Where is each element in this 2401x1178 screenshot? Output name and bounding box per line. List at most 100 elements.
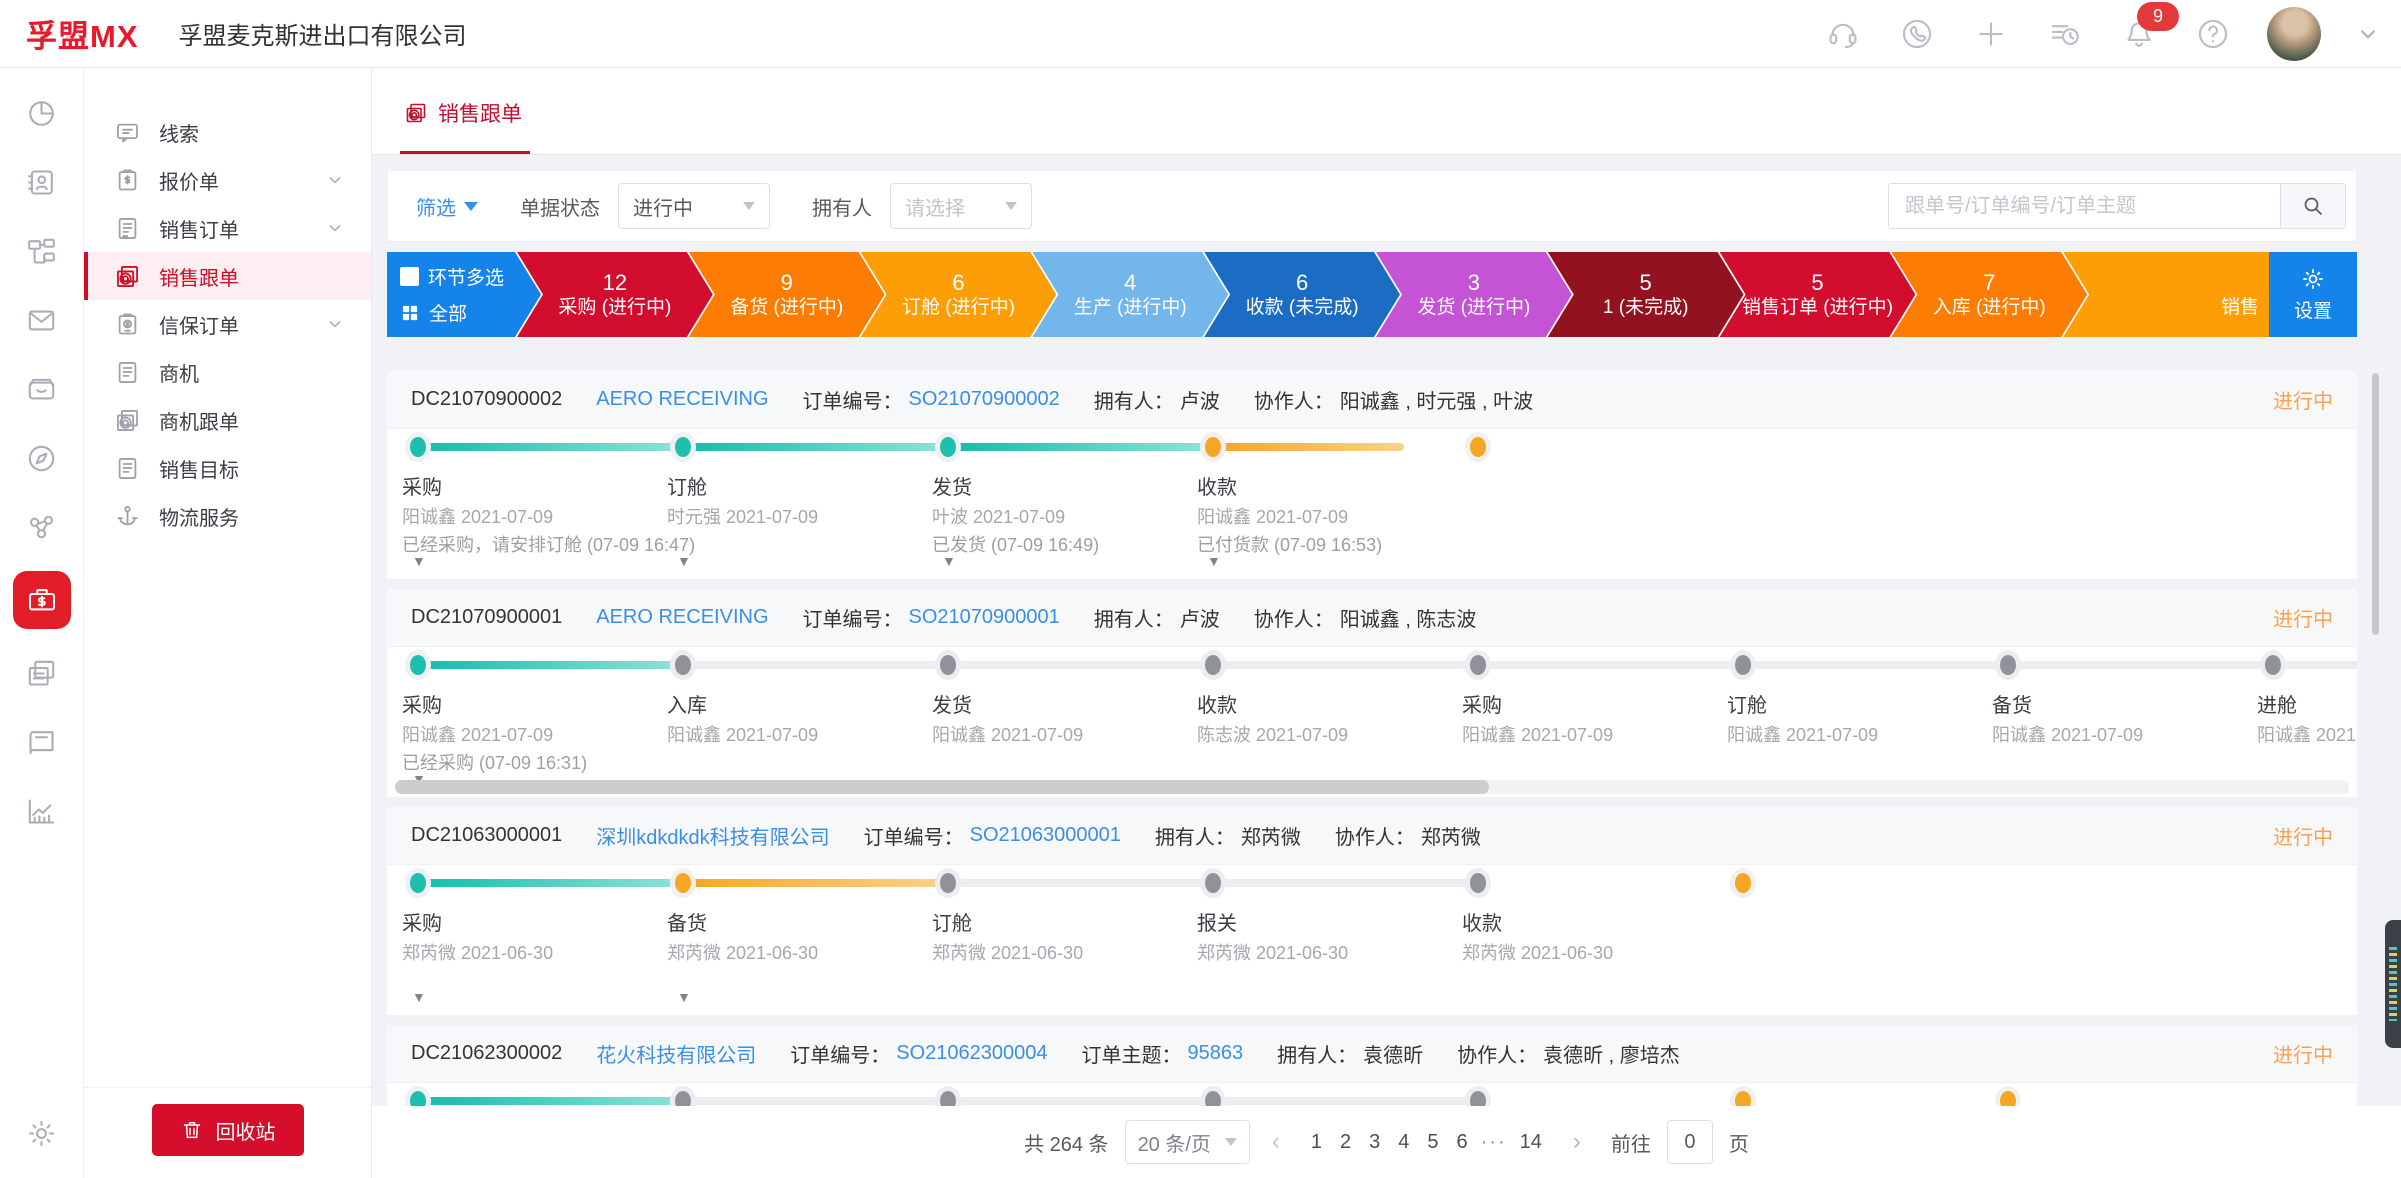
bell-icon[interactable]: 9 (2119, 14, 2159, 54)
stage-chevron-7[interactable]: 51 (未完成) (1548, 252, 1744, 337)
timeline-node[interactable] (410, 655, 426, 675)
horizontal-scrollbar-thumb[interactable] (395, 780, 1489, 794)
stage-settings-button[interactable]: 设置 (2269, 252, 2357, 337)
sidebar-item-7[interactable]: 商机跟单 (84, 396, 371, 444)
timeline-node[interactable] (1470, 1091, 1486, 1106)
rail-settings-gear-icon[interactable] (23, 1114, 61, 1152)
order-no-link[interactable]: SO21063000001 (970, 824, 1121, 847)
stage-chevron-1[interactable]: 12采购 (进行中) (517, 252, 713, 337)
stage-chevron-2[interactable]: 9备货 (进行中) (689, 252, 885, 337)
rail-compass-icon[interactable] (23, 439, 61, 477)
page-number-3[interactable]: 3 (1360, 1131, 1389, 1153)
search-button[interactable] (2280, 183, 2346, 229)
rail-knowledge-book-icon[interactable] (23, 723, 61, 761)
timeline-node[interactable] (2000, 655, 2016, 675)
expand-node-button[interactable]: ▼ (412, 553, 426, 569)
timeline-node[interactable] (1735, 873, 1751, 893)
timeline-node[interactable] (1470, 873, 1486, 893)
sidebar-item-4[interactable]: 销售跟单 (84, 252, 371, 300)
rail-inbox-bag-icon[interactable] (23, 370, 61, 408)
stage-chevron-3[interactable]: 6订舱 (进行中) (861, 252, 1057, 337)
history-icon[interactable] (2045, 14, 2085, 54)
expand-node-button[interactable]: ▼ (677, 989, 691, 1005)
order-no-link[interactable]: SO21062300004 (896, 1042, 1047, 1065)
goto-page-input[interactable] (1667, 1120, 1713, 1164)
rail-dashboard-pie-icon[interactable] (23, 94, 61, 132)
timeline-node[interactable] (2000, 1091, 2016, 1106)
rail-collaboration-icon[interactable] (23, 508, 61, 546)
sidebar-item-1[interactable]: 线索 (84, 108, 371, 156)
page-size-select[interactable]: 20 条/页 (1125, 1120, 1250, 1164)
page-number-14[interactable]: 14 (1511, 1131, 1551, 1153)
rail-org-structure-icon[interactable] (23, 232, 61, 270)
timeline-node[interactable] (675, 437, 691, 457)
rail-mail-icon[interactable] (23, 301, 61, 339)
timeline-node[interactable] (940, 437, 956, 457)
stage-chevron-4[interactable]: 4生产 (进行中) (1032, 252, 1228, 337)
status-select[interactable]: 进行中 (618, 183, 770, 229)
timeline-node[interactable] (675, 873, 691, 893)
vertical-scrollbar[interactable] (2372, 373, 2379, 635)
page-number-1[interactable]: 1 (1302, 1131, 1331, 1153)
timeline-node[interactable] (940, 873, 956, 893)
prev-page-button[interactable]: ‹ (1266, 1128, 1286, 1156)
sidebar-item-6[interactable]: 商机 (84, 348, 371, 396)
rail-contacts-icon[interactable] (23, 163, 61, 201)
timeline-node[interactable] (410, 1091, 426, 1106)
expand-node-button[interactable]: ▼ (1207, 553, 1221, 569)
rail-report-chart-icon[interactable] (23, 792, 61, 830)
sidebar-item-3[interactable]: 销售订单 (84, 204, 371, 252)
tab-sales-followup[interactable]: 销售跟单 (402, 98, 528, 154)
expand-node-button[interactable]: ▼ (942, 553, 956, 569)
page-number-5[interactable]: 5 (1418, 1131, 1447, 1153)
page-number-6[interactable]: 6 (1448, 1131, 1477, 1153)
page-number-4[interactable]: 4 (1389, 1131, 1418, 1153)
expand-node-button[interactable]: ▼ (677, 553, 691, 569)
chevron-down-icon[interactable] (2355, 21, 2381, 47)
timeline-node[interactable] (1205, 655, 1221, 675)
phone-icon[interactable] (1897, 14, 1937, 54)
sidebar-item-2[interactable]: 报价单 (84, 156, 371, 204)
rail-documents-icon[interactable] (23, 654, 61, 692)
multiselect-checkbox[interactable] (400, 267, 419, 286)
timeline-node[interactable] (675, 1091, 691, 1106)
user-avatar[interactable] (2267, 7, 2321, 61)
stage-multiselect-header[interactable]: 环节多选 全部 (387, 252, 541, 337)
rail-sales-case-icon[interactable] (13, 571, 71, 629)
timeline-node[interactable] (1735, 655, 1751, 675)
stage-chevron-6[interactable]: 3发货 (进行中) (1376, 252, 1572, 337)
search-input[interactable] (1888, 183, 2280, 229)
owner-select[interactable]: 请选择 (890, 183, 1032, 229)
customer-link[interactable]: AERO RECEIVING (596, 388, 768, 411)
next-page-button[interactable]: › (1567, 1128, 1587, 1156)
timeline-node[interactable] (940, 655, 956, 675)
customer-link[interactable]: 深圳kdkdkdk科技有限公司 (596, 821, 829, 850)
expand-node-button[interactable]: ▼ (412, 989, 426, 1005)
sidebar-item-5[interactable]: 信保订单 (84, 300, 371, 348)
timeline-node[interactable] (410, 437, 426, 457)
help-icon[interactable] (2193, 14, 2233, 54)
order-subject-link[interactable]: 95863 (1188, 1042, 1244, 1065)
sidebar-item-9[interactable]: 物流服务 (84, 492, 371, 540)
page-number-2[interactable]: 2 (1331, 1131, 1360, 1153)
timeline-node[interactable] (2265, 655, 2281, 675)
timeline-node[interactable] (1205, 873, 1221, 893)
timeline-node[interactable] (1470, 437, 1486, 457)
horizontal-scrollbar[interactable] (395, 780, 2349, 794)
plus-icon[interactable] (1971, 14, 2011, 54)
timeline-node[interactable] (1470, 655, 1486, 675)
recycle-bin-button[interactable]: 回收站 (152, 1104, 304, 1156)
stage-chevron-8[interactable]: 5销售订单 (进行中) (1720, 252, 1916, 337)
timeline-node[interactable] (1205, 437, 1221, 457)
order-no-link[interactable]: SO21070900002 (909, 388, 1060, 411)
timeline-node[interactable] (1205, 1091, 1221, 1106)
floating-side-widget[interactable] (2385, 920, 2401, 1048)
timeline-node[interactable] (940, 1091, 956, 1106)
customer-link[interactable]: AERO RECEIVING (596, 606, 768, 629)
sidebar-item-8[interactable]: 销售目标 (84, 444, 371, 492)
timeline-node[interactable] (410, 873, 426, 893)
headset-icon[interactable] (1823, 14, 1863, 54)
timeline-node[interactable] (675, 655, 691, 675)
order-no-link[interactable]: SO21070900001 (909, 606, 1060, 629)
customer-link[interactable]: 花火科技有限公司 (596, 1039, 756, 1068)
